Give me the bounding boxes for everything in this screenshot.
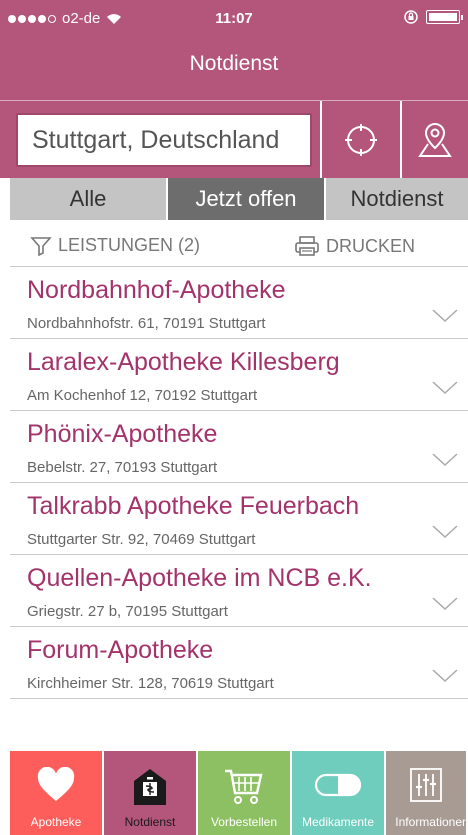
tab-notdienst[interactable]: Notdienst xyxy=(104,751,196,835)
pharmacy-name: Quellen-Apotheke im NCB e.K. xyxy=(27,564,372,592)
print-label: DRUCKEN xyxy=(326,235,416,256)
pharmacy-list-item[interactable]: Quellen-Apotheke im NCB e.K. Griegstr. 2… xyxy=(10,555,468,627)
tab-apotheke[interactable]: Apotheke xyxy=(10,751,102,835)
pharmacy-list: Nordbahnhof-Apotheke Nordbahnhofstr. 61,… xyxy=(10,266,468,699)
pharmacy-list-item[interactable]: Phönix-Apotheke Bebelstr. 27, 70193 Stut… xyxy=(10,411,468,483)
page-title: Notdienst xyxy=(189,52,279,75)
chevron-down-icon[interactable] xyxy=(432,381,458,395)
printer-icon xyxy=(295,236,319,256)
tab-informationen[interactable]: Informationen xyxy=(386,751,466,835)
segment-emergency[interactable]: Notdienst xyxy=(324,178,468,220)
tab-label: Medikamente xyxy=(301,815,375,829)
pharmacy-list-item[interactable]: Nordbahnhof-Apotheke Nordbahnhofstr. 61,… xyxy=(10,267,468,339)
pill-icon xyxy=(314,773,362,797)
battery-icon xyxy=(426,10,463,24)
print-button[interactable]: DRUCKEN xyxy=(294,235,415,257)
tab-vorbestellen[interactable]: Vorbestellen xyxy=(198,751,290,835)
pharmacy-address: Kirchheimer Str. 128, 70619 Stuttgart xyxy=(27,675,274,692)
pharmacy-name: Forum-Apotheke xyxy=(27,636,214,664)
bottom-tab-bar: Apotheke Notdienst Vorbestellen Medikame… xyxy=(10,751,468,835)
chevron-down-icon[interactable] xyxy=(432,597,458,611)
chevron-down-icon[interactable] xyxy=(432,309,458,323)
pharmacy-address: Griegstr. 27 b, 70195 Stuttgart xyxy=(27,603,228,620)
pharmacy-list-item[interactable]: Forum-Apotheke Kirchheimer Str. 128, 706… xyxy=(10,627,468,699)
pharmacy-address: Am Kochenhof 12, 70192 Stuttgart xyxy=(27,387,258,404)
filter-segmented-control: Alle Jetzt offen Notdienst xyxy=(10,178,468,220)
tab-label: Informationen xyxy=(395,815,466,829)
tab-label: Vorbestellen xyxy=(210,815,278,829)
emergency-pharmacy-icon xyxy=(134,769,166,805)
map-view-button[interactable] xyxy=(400,101,468,179)
app-header: o2-de 11:07 Notdienst xyxy=(0,0,468,100)
map-pin-icon xyxy=(418,122,452,157)
segment-all[interactable]: Alle xyxy=(10,178,166,220)
chevron-down-icon[interactable] xyxy=(432,525,458,539)
pharmacy-list-item[interactable]: Laralex-Apotheke Killesberg Am Kochenhof… xyxy=(10,339,468,411)
tab-medikamente[interactable]: Medikamente xyxy=(292,751,384,835)
list-actions: LEISTUNGEN (2) DRUCKEN xyxy=(0,225,468,265)
locate-me-button[interactable] xyxy=(320,101,400,179)
pharmacy-address: Nordbahnhofstr. 61, 70191 Stuttgart xyxy=(27,315,266,332)
location-search-input[interactable]: Stuttgart, Deutschland xyxy=(16,113,312,167)
heart-icon xyxy=(37,767,75,801)
status-time: 11:07 xyxy=(215,10,253,27)
tab-label: Apotheke xyxy=(30,815,82,829)
pharmacy-name: Nordbahnhof-Apotheke xyxy=(27,276,286,304)
chevron-down-icon[interactable] xyxy=(432,669,458,683)
pharmacy-name: Phönix-Apotheke xyxy=(27,420,218,448)
pharmacy-address: Bebelstr. 27, 70193 Stuttgart xyxy=(27,459,218,476)
tab-label: Notdienst xyxy=(124,815,176,829)
services-filter-button[interactable]: LEISTUNGEN (2) xyxy=(30,235,200,256)
crosshair-icon xyxy=(345,124,377,156)
chevron-down-icon[interactable] xyxy=(432,453,458,467)
pharmacy-list-item[interactable]: Talkrabb Apotheke Feuerbach Stuttgarter … xyxy=(10,483,468,555)
cart-icon xyxy=(225,769,263,804)
pharmacy-name: Talkrabb Apotheke Feuerbach xyxy=(27,492,360,520)
rotation-lock-icon xyxy=(404,10,418,24)
sliders-icon xyxy=(410,768,442,802)
filter-funnel-icon xyxy=(30,236,52,256)
segment-open-now[interactable]: Jetzt offen xyxy=(166,178,324,220)
pharmacy-address: Stuttgarter Str. 92, 70469 Stuttgart xyxy=(27,531,256,548)
status-bar: o2-de 11:07 xyxy=(0,0,468,34)
search-bar: Stuttgart, Deutschland xyxy=(0,100,468,179)
services-filter-label: LEISTUNGEN (2) xyxy=(58,235,201,255)
pharmacy-name: Laralex-Apotheke Killesberg xyxy=(27,348,340,376)
